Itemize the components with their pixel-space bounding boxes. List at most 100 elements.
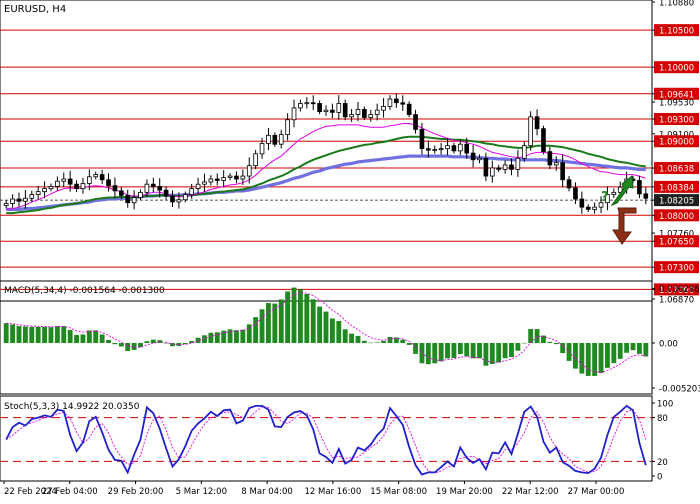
macd-bar [598,343,604,374]
chart-svg: 1.108801.105001.100001.096411.095301.093… [0,0,700,500]
macd-tick-label: 0.006286 [659,285,700,295]
candle-body [413,114,418,130]
macd-bar [573,343,578,369]
macd-bar [425,343,431,365]
macd-bar [585,343,591,376]
price-tick-label: 1.08638 [659,165,694,175]
macd-bar [266,303,271,344]
macd-bar [48,327,54,344]
candle-body [515,157,521,170]
macd-bar [483,343,489,366]
price-tick-label: 1.07300 [659,264,694,274]
candle-body [509,164,514,170]
price-tick-label: 1.10880 [659,0,694,9]
candle-body [521,145,527,159]
candle-body [349,114,354,118]
candle-body [10,198,15,204]
candle-body [253,153,258,167]
candle-body [67,178,73,185]
candle-body [637,180,642,195]
candle-body [374,109,380,115]
price-tick-label: 1.08384 [659,183,694,193]
macd-bar [16,326,22,344]
macd-bar [208,332,214,344]
time-tick-label: 29 Feb 20:00 [108,487,164,497]
macd-bar [361,340,367,344]
candle-body [182,194,188,201]
candle-body [330,109,335,113]
candle-body [195,183,201,190]
macd-bar [240,329,246,344]
time-tick-label: 12 Mar 16:00 [305,487,362,497]
macd-bar [74,334,79,344]
candle-body [298,103,303,109]
time-tick-label: 27 Mar 00:00 [568,487,625,497]
candle-body [355,108,361,115]
candle-body [150,183,156,187]
macd-bar [534,329,540,344]
macd-bar [355,335,361,344]
candle-body [400,102,406,105]
candle-body [99,174,105,181]
macd-bar [553,343,559,345]
candle-body [16,198,22,202]
macd-tick-label: 0.00 [659,340,678,350]
price-tick-label: 1.08000 [659,212,694,222]
candle-body [208,178,214,183]
stoch-tick-label: 0 [657,473,662,483]
macd-bar [22,326,28,344]
macd-bar [502,343,508,359]
candle-body [438,148,444,151]
candle-body [144,183,150,193]
macd-bar [617,343,623,359]
candle-body [323,109,329,113]
macd-bar [611,343,617,364]
stoch-tick-label: 80 [657,414,668,424]
candle-body [246,165,252,177]
candle-body [368,114,374,118]
candle-body [394,98,399,104]
macd-bar [464,343,470,357]
macd-bar [643,343,649,357]
time-tick-label: 27 Feb 04:00 [42,487,98,497]
candle-body [310,102,316,105]
macd-bar [451,343,457,358]
candle-body [426,148,431,151]
macd-bar [387,336,393,344]
candle-body [163,189,169,197]
macd-bar [400,339,406,344]
price-tick-label: 1.09000 [659,138,694,148]
macd-bar [54,326,60,344]
candle-body [643,193,649,199]
candle-body [55,180,60,187]
up-arrow-label: ? [601,190,609,205]
macd-bar [35,326,41,344]
chart-background [0,0,700,500]
candle-body [477,157,482,161]
candle-body [483,157,489,177]
macd-bar [406,343,412,345]
candle-body [202,181,207,185]
candle-body [272,134,278,145]
macd-bar [3,323,9,344]
time-tick-label: 19 Mar 20:00 [436,487,493,497]
candle-body [547,151,553,166]
price-tick-label: 1.10500 [659,27,694,37]
macd-bar [342,329,348,344]
candle-body [42,188,47,193]
candle-body [131,197,137,204]
candle-body [119,190,124,196]
candle-body [489,167,495,177]
macd-bar [374,342,380,344]
candle-body [259,143,265,155]
candle-body [240,175,246,180]
candle-body [157,186,163,191]
stoch-tick-label: 100 [657,400,673,410]
macd-bar [323,311,329,344]
price-tick-label: 1.10000 [659,64,694,74]
candle-body [291,107,297,121]
macd-bar [624,343,630,353]
macd-bar [579,343,585,374]
candle-body [221,177,226,181]
macd-bar [118,343,124,347]
